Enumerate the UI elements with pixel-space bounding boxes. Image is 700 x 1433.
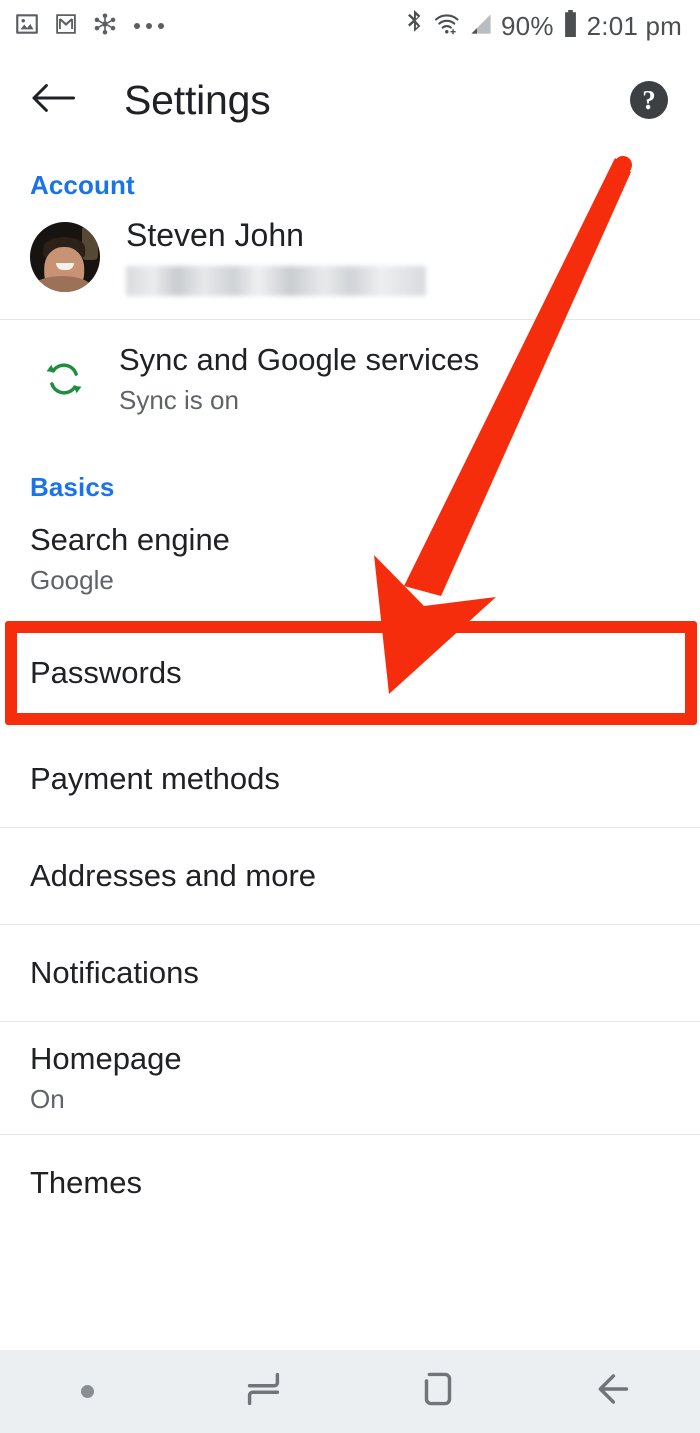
nav-back-button[interactable] [525, 1350, 700, 1433]
share-nodes-icon [92, 11, 118, 42]
settings-row-payment-methods[interactable]: Payment methods [0, 731, 700, 827]
battery-icon [562, 10, 579, 42]
settings-row-passwords[interactable]: Passwords [0, 615, 700, 731]
photos-icon [14, 11, 40, 42]
section-header-basics: Basics [30, 472, 115, 502]
row-subtitle: Google [30, 564, 114, 595]
row-title: Payment methods [30, 760, 280, 796]
back-icon [590, 1366, 636, 1417]
settings-row-addresses-and-more[interactable]: Addresses and more [0, 828, 700, 924]
row-title: Themes [30, 1164, 142, 1200]
clock-label: 2:01 pm [586, 10, 682, 41]
section-header-account: Account [30, 170, 135, 200]
help-button[interactable]: ? [626, 77, 672, 123]
row-title: Passwords [30, 654, 182, 690]
row-title: Search engine [30, 522, 230, 558]
pill-dot-indicator [81, 1385, 94, 1398]
sync-refresh-icon [42, 357, 86, 401]
phone-screen: 90% 2:01 pm Settings ? Account Steven Jo… [0, 0, 700, 1433]
recents-icon [240, 1366, 286, 1417]
account-row[interactable]: Steven John [0, 201, 700, 319]
row-title: Notifications [30, 954, 199, 990]
app-bar: Settings ? [0, 52, 700, 148]
sync-subtitle: Sync is on [119, 384, 239, 415]
settings-row-search-engine[interactable]: Search engine Google [0, 503, 700, 615]
more-dots-icon [134, 23, 164, 29]
sync-title: Sync and Google services [119, 342, 480, 378]
status-bar-right-icons: 90% 2:01 pm [403, 9, 682, 43]
settings-list: Account Steven John Sync and Google serv… [0, 148, 700, 1231]
page-title: Settings [124, 76, 271, 123]
nav-home-button[interactable] [350, 1350, 525, 1433]
status-bar-left-icons [14, 11, 164, 42]
gmail-icon [53, 11, 79, 42]
avatar [30, 222, 100, 292]
passwords-row-highlight-wrapper: Passwords [0, 615, 700, 731]
settings-row-notifications[interactable]: Notifications [0, 925, 700, 1021]
help-question-icon: ? [630, 81, 668, 119]
home-icon [415, 1366, 461, 1417]
row-title: Homepage [30, 1041, 182, 1077]
cellular-signal-icon [469, 12, 493, 41]
battery-percent-label: 90% [501, 10, 554, 41]
account-email-redacted [126, 265, 426, 296]
android-navigation-bar [0, 1350, 700, 1433]
arrow-left-icon [31, 81, 75, 120]
nav-pill-indicator[interactable] [0, 1350, 175, 1433]
row-title: Addresses and more [30, 857, 317, 893]
status-bar: 90% 2:01 pm [0, 0, 700, 52]
wifi-icon [433, 11, 461, 42]
back-button[interactable] [30, 77, 76, 123]
row-subtitle: On [30, 1083, 65, 1114]
settings-row-homepage[interactable]: Homepage On [0, 1022, 700, 1134]
bluetooth-icon [403, 9, 425, 43]
settings-row-themes[interactable]: Themes [0, 1135, 700, 1231]
account-name: Steven John [126, 217, 304, 254]
nav-recents-button[interactable] [175, 1350, 350, 1433]
sync-and-google-services-row[interactable]: Sync and Google services Sync is on [0, 320, 700, 438]
